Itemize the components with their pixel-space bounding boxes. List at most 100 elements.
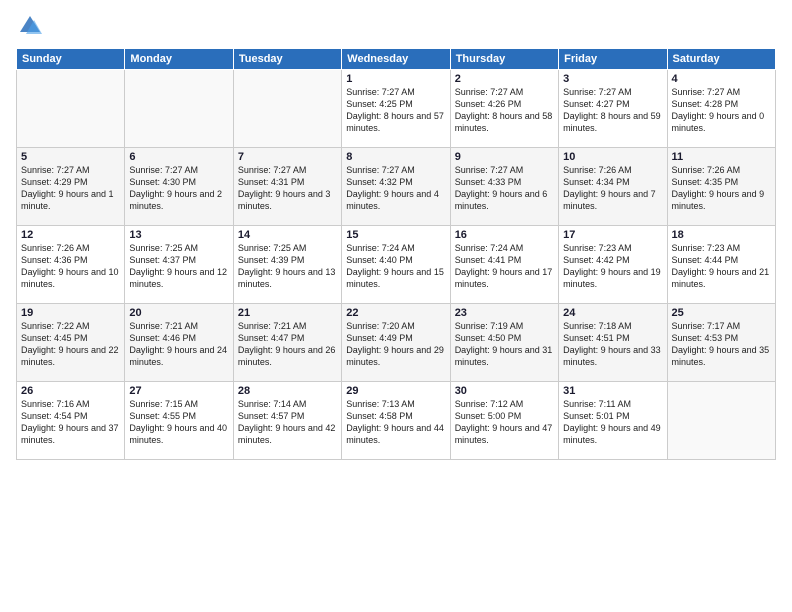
calendar-cell: 5Sunrise: 7:27 AM Sunset: 4:29 PM Daylig… — [17, 148, 125, 226]
header — [16, 12, 776, 40]
calendar-cell — [17, 70, 125, 148]
logo — [16, 12, 48, 40]
calendar-cell: 15Sunrise: 7:24 AM Sunset: 4:40 PM Dayli… — [342, 226, 450, 304]
calendar-cell: 8Sunrise: 7:27 AM Sunset: 4:32 PM Daylig… — [342, 148, 450, 226]
day-number: 3 — [563, 73, 662, 85]
day-info: Sunrise: 7:17 AM Sunset: 4:53 PM Dayligh… — [672, 320, 771, 369]
day-info: Sunrise: 7:27 AM Sunset: 4:32 PM Dayligh… — [346, 164, 445, 213]
calendar-cell: 17Sunrise: 7:23 AM Sunset: 4:42 PM Dayli… — [559, 226, 667, 304]
day-info: Sunrise: 7:15 AM Sunset: 4:55 PM Dayligh… — [129, 398, 228, 447]
calendar-cell: 26Sunrise: 7:16 AM Sunset: 4:54 PM Dayli… — [17, 382, 125, 460]
day-number: 23 — [455, 307, 554, 319]
day-number: 7 — [238, 151, 337, 163]
day-info: Sunrise: 7:23 AM Sunset: 4:44 PM Dayligh… — [672, 242, 771, 291]
day-info: Sunrise: 7:27 AM Sunset: 4:31 PM Dayligh… — [238, 164, 337, 213]
day-info: Sunrise: 7:24 AM Sunset: 4:40 PM Dayligh… — [346, 242, 445, 291]
day-number: 16 — [455, 229, 554, 241]
calendar-cell: 21Sunrise: 7:21 AM Sunset: 4:47 PM Dayli… — [233, 304, 341, 382]
day-number: 31 — [563, 385, 662, 397]
day-info: Sunrise: 7:23 AM Sunset: 4:42 PM Dayligh… — [563, 242, 662, 291]
weekday-header: Saturday — [667, 49, 775, 70]
day-number: 14 — [238, 229, 337, 241]
calendar-cell: 13Sunrise: 7:25 AM Sunset: 4:37 PM Dayli… — [125, 226, 233, 304]
day-info: Sunrise: 7:12 AM Sunset: 5:00 PM Dayligh… — [455, 398, 554, 447]
calendar-cell: 9Sunrise: 7:27 AM Sunset: 4:33 PM Daylig… — [450, 148, 558, 226]
day-info: Sunrise: 7:27 AM Sunset: 4:27 PM Dayligh… — [563, 86, 662, 135]
day-info: Sunrise: 7:21 AM Sunset: 4:47 PM Dayligh… — [238, 320, 337, 369]
day-info: Sunrise: 7:27 AM Sunset: 4:28 PM Dayligh… — [672, 86, 771, 135]
day-info: Sunrise: 7:25 AM Sunset: 4:39 PM Dayligh… — [238, 242, 337, 291]
day-number: 25 — [672, 307, 771, 319]
calendar-cell: 11Sunrise: 7:26 AM Sunset: 4:35 PM Dayli… — [667, 148, 775, 226]
weekday-header: Monday — [125, 49, 233, 70]
calendar-cell: 27Sunrise: 7:15 AM Sunset: 4:55 PM Dayli… — [125, 382, 233, 460]
day-number: 24 — [563, 307, 662, 319]
calendar-cell: 1Sunrise: 7:27 AM Sunset: 4:25 PM Daylig… — [342, 70, 450, 148]
calendar: SundayMondayTuesdayWednesdayThursdayFrid… — [16, 48, 776, 460]
day-info: Sunrise: 7:27 AM Sunset: 4:30 PM Dayligh… — [129, 164, 228, 213]
calendar-cell: 2Sunrise: 7:27 AM Sunset: 4:26 PM Daylig… — [450, 70, 558, 148]
day-info: Sunrise: 7:19 AM Sunset: 4:50 PM Dayligh… — [455, 320, 554, 369]
day-info: Sunrise: 7:27 AM Sunset: 4:33 PM Dayligh… — [455, 164, 554, 213]
calendar-cell: 22Sunrise: 7:20 AM Sunset: 4:49 PM Dayli… — [342, 304, 450, 382]
calendar-cell: 12Sunrise: 7:26 AM Sunset: 4:36 PM Dayli… — [17, 226, 125, 304]
day-number: 5 — [21, 151, 120, 163]
day-info: Sunrise: 7:26 AM Sunset: 4:35 PM Dayligh… — [672, 164, 771, 213]
day-number: 30 — [455, 385, 554, 397]
calendar-cell: 25Sunrise: 7:17 AM Sunset: 4:53 PM Dayli… — [667, 304, 775, 382]
day-number: 10 — [563, 151, 662, 163]
calendar-cell — [125, 70, 233, 148]
day-info: Sunrise: 7:26 AM Sunset: 4:34 PM Dayligh… — [563, 164, 662, 213]
calendar-cell: 24Sunrise: 7:18 AM Sunset: 4:51 PM Dayli… — [559, 304, 667, 382]
calendar-cell: 4Sunrise: 7:27 AM Sunset: 4:28 PM Daylig… — [667, 70, 775, 148]
day-number: 18 — [672, 229, 771, 241]
weekday-header: Sunday — [17, 49, 125, 70]
weekday-header: Thursday — [450, 49, 558, 70]
calendar-cell: 29Sunrise: 7:13 AM Sunset: 4:58 PM Dayli… — [342, 382, 450, 460]
day-info: Sunrise: 7:18 AM Sunset: 4:51 PM Dayligh… — [563, 320, 662, 369]
day-number: 2 — [455, 73, 554, 85]
calendar-cell: 30Sunrise: 7:12 AM Sunset: 5:00 PM Dayli… — [450, 382, 558, 460]
day-info: Sunrise: 7:26 AM Sunset: 4:36 PM Dayligh… — [21, 242, 120, 291]
calendar-cell: 18Sunrise: 7:23 AM Sunset: 4:44 PM Dayli… — [667, 226, 775, 304]
day-number: 21 — [238, 307, 337, 319]
weekday-row: SundayMondayTuesdayWednesdayThursdayFrid… — [17, 49, 776, 70]
calendar-cell: 31Sunrise: 7:11 AM Sunset: 5:01 PM Dayli… — [559, 382, 667, 460]
calendar-cell: 19Sunrise: 7:22 AM Sunset: 4:45 PM Dayli… — [17, 304, 125, 382]
page: SundayMondayTuesdayWednesdayThursdayFrid… — [0, 0, 792, 612]
day-info: Sunrise: 7:27 AM Sunset: 4:29 PM Dayligh… — [21, 164, 120, 213]
weekday-header: Wednesday — [342, 49, 450, 70]
day-number: 17 — [563, 229, 662, 241]
calendar-cell: 28Sunrise: 7:14 AM Sunset: 4:57 PM Dayli… — [233, 382, 341, 460]
day-info: Sunrise: 7:16 AM Sunset: 4:54 PM Dayligh… — [21, 398, 120, 447]
day-number: 1 — [346, 73, 445, 85]
calendar-cell: 16Sunrise: 7:24 AM Sunset: 4:41 PM Dayli… — [450, 226, 558, 304]
day-number: 13 — [129, 229, 228, 241]
day-info: Sunrise: 7:13 AM Sunset: 4:58 PM Dayligh… — [346, 398, 445, 447]
day-number: 4 — [672, 73, 771, 85]
calendar-header: SundayMondayTuesdayWednesdayThursdayFrid… — [17, 49, 776, 70]
logo-icon — [16, 12, 44, 40]
day-info: Sunrise: 7:27 AM Sunset: 4:26 PM Dayligh… — [455, 86, 554, 135]
day-number: 28 — [238, 385, 337, 397]
day-info: Sunrise: 7:21 AM Sunset: 4:46 PM Dayligh… — [129, 320, 228, 369]
day-number: 15 — [346, 229, 445, 241]
calendar-cell: 10Sunrise: 7:26 AM Sunset: 4:34 PM Dayli… — [559, 148, 667, 226]
calendar-cell: 3Sunrise: 7:27 AM Sunset: 4:27 PM Daylig… — [559, 70, 667, 148]
day-number: 19 — [21, 307, 120, 319]
day-info: Sunrise: 7:22 AM Sunset: 4:45 PM Dayligh… — [21, 320, 120, 369]
day-number: 29 — [346, 385, 445, 397]
day-number: 6 — [129, 151, 228, 163]
day-info: Sunrise: 7:20 AM Sunset: 4:49 PM Dayligh… — [346, 320, 445, 369]
day-info: Sunrise: 7:24 AM Sunset: 4:41 PM Dayligh… — [455, 242, 554, 291]
weekday-header: Tuesday — [233, 49, 341, 70]
day-number: 8 — [346, 151, 445, 163]
day-number: 20 — [129, 307, 228, 319]
calendar-week-row: 12Sunrise: 7:26 AM Sunset: 4:36 PM Dayli… — [17, 226, 776, 304]
day-number: 27 — [129, 385, 228, 397]
day-info: Sunrise: 7:25 AM Sunset: 4:37 PM Dayligh… — [129, 242, 228, 291]
calendar-week-row: 1Sunrise: 7:27 AM Sunset: 4:25 PM Daylig… — [17, 70, 776, 148]
weekday-header: Friday — [559, 49, 667, 70]
calendar-cell — [667, 382, 775, 460]
calendar-week-row: 26Sunrise: 7:16 AM Sunset: 4:54 PM Dayli… — [17, 382, 776, 460]
